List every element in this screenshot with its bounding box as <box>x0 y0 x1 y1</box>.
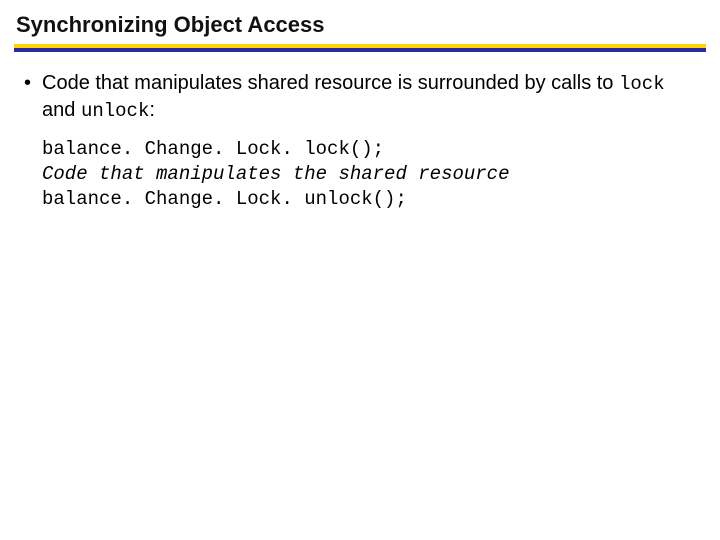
title-underline-blue: Synchronizing Object Access <box>14 12 706 52</box>
code-line-1: balance. Change. Lock. lock(); <box>42 138 384 160</box>
slide: Synchronizing Object Access Code that ma… <box>0 0 720 540</box>
slide-title: Synchronizing Object Access <box>16 12 706 38</box>
title-underline-yellow: Synchronizing Object Access <box>14 12 706 48</box>
code-block: balance. Change. Lock. lock(); Code that… <box>42 137 706 211</box>
bullet-item: Code that manipulates shared resource is… <box>42 70 702 123</box>
bullet-text-pre: Code that manipulates shared resource is… <box>42 72 619 94</box>
bullet-text-mid: and <box>42 99 81 121</box>
body-list: Code that manipulates shared resource is… <box>18 70 702 123</box>
inline-code-lock: lock <box>619 73 665 95</box>
inline-code-unlock: unlock <box>81 100 149 122</box>
code-line-2: Code that manipulates the shared resourc… <box>42 163 509 185</box>
bullet-text-post: : <box>149 99 155 121</box>
code-line-3: balance. Change. Lock. unlock(); <box>42 188 407 210</box>
